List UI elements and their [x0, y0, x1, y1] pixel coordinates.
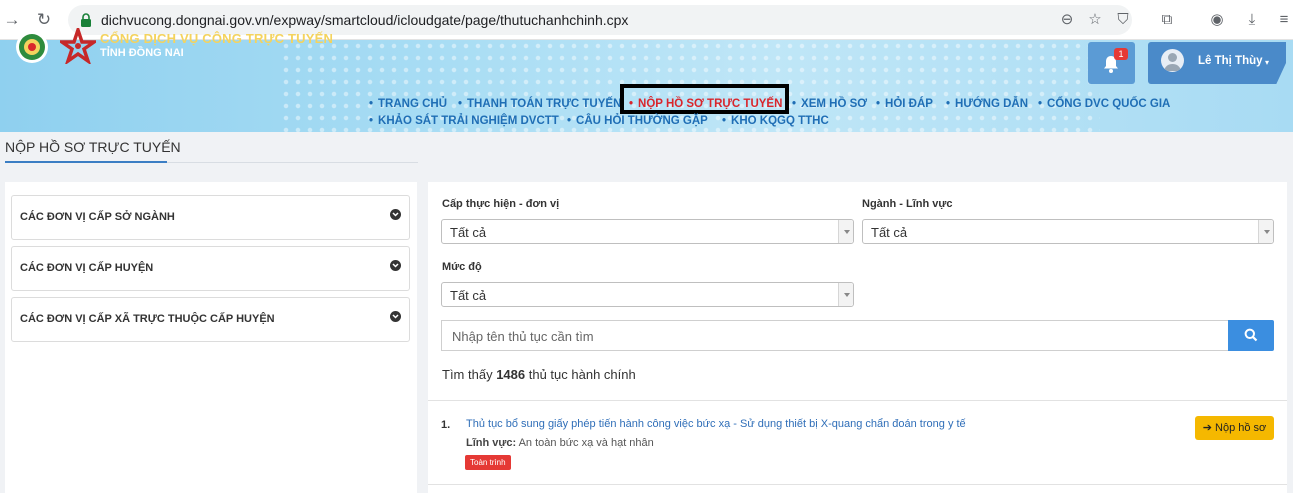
chevron-down-icon[interactable] — [390, 260, 401, 271]
bookmark-star-icon[interactable]: ☆ — [1086, 11, 1104, 29]
chevron-down-icon[interactable] — [390, 311, 401, 322]
accordion-label: CÁC ĐƠN VỊ CẤP SỞ NGÀNH — [20, 211, 175, 223]
user-name[interactable]: Lê Thị Thùy — [1198, 55, 1263, 67]
level-select[interactable]: Tất cả — [441, 219, 854, 244]
reload-icon[interactable]: ↻ — [34, 10, 54, 30]
procedure-search-input[interactable]: Nhập tên thủ tục cần tìm — [441, 320, 1229, 351]
degree-select[interactable]: Tất cả — [441, 282, 854, 307]
level-filter-label: Cấp thực hiện - đơn vị — [442, 198, 560, 210]
menu-item-guide[interactable]: • Hướng dẫn — [946, 98, 1028, 110]
dropdown-arrow-icon[interactable] — [838, 283, 853, 306]
dropdown-arrow-icon[interactable] — [838, 220, 853, 243]
accordion-department-units[interactable]: CÁC ĐƠN VỊ CẤP SỞ NGÀNH — [11, 195, 410, 240]
menu-item-home[interactable]: • Trang chủ — [369, 98, 447, 110]
portal-subtitle: TỈNH ĐỒNG NAI — [100, 47, 184, 59]
site-info-icon[interactable] — [80, 13, 92, 27]
page-title: NỘP HỒ SƠ TRỰC TUYẾN — [5, 139, 181, 155]
accordion-district-units[interactable]: CÁC ĐƠN VỊ CẤP HUYỆN — [11, 246, 410, 291]
shield-extension-icon[interactable]: ⛉ — [1114, 11, 1132, 29]
portal-title: CỔNG DỊCH VỤ CÔNG TRỰC TUYẾN — [100, 31, 334, 46]
title-underline — [5, 161, 167, 163]
sector-filter-label: Ngành - Lĩnh vực — [862, 198, 953, 210]
notification-count-badge: 1 — [1114, 48, 1128, 60]
user-avatar-icon — [1164, 53, 1181, 71]
accordion-label: CÁC ĐƠN VỊ CẤP HUYỆN — [20, 262, 154, 274]
extensions-icon[interactable]: ⧉ — [1157, 10, 1177, 30]
chevron-down-icon[interactable] — [390, 209, 401, 220]
menu-item-national-portal[interactable]: • Cổng DVC Quốc gia — [1038, 98, 1170, 110]
url-text[interactable]: dichvucong.dongnai.gov.vn/expway/smartcl… — [101, 12, 628, 28]
procedure-title-link[interactable]: Thủ tục bổ sung giấy phép tiến hành công… — [466, 418, 966, 430]
accordion-commune-units[interactable]: CÁC ĐƠN VỊ CẤP XÃ TRỰC THUỘC CẤP HUYỆN — [11, 297, 410, 342]
result-count: Tìm thấy 1486 thủ tục hành chính — [442, 367, 636, 382]
province-emblem-icon — [16, 31, 48, 63]
search-placeholder: Nhập tên thủ tục cần tìm — [452, 329, 594, 344]
accordion-label: CÁC ĐƠN VỊ CẤP XÃ TRỰC THUỘC CẤP HUYỆN — [20, 313, 275, 325]
procedure-number: 1. — [441, 419, 451, 431]
result-divider — [428, 400, 1287, 401]
menu-item-qa[interactable]: • Hỏi đáp — [876, 98, 933, 110]
status-badge: Toàn trình — [465, 455, 511, 470]
menu-item-view-records[interactable]: • Xem hồ sơ — [792, 98, 867, 110]
notifications-button[interactable] — [1088, 42, 1135, 84]
result-divider — [428, 484, 1287, 485]
submit-application-button[interactable]: ➔ Nộp hồ sơ — [1195, 416, 1274, 440]
result-count-number: 1486 — [496, 367, 526, 382]
menu-item-online-payment[interactable]: • Thanh toán trực tuyến — [458, 98, 621, 110]
menu-item-survey[interactable]: • Khảo sát trải nghiệm DVCTT — [369, 115, 559, 127]
avatar[interactable] — [1161, 49, 1184, 72]
search-button[interactable] — [1228, 320, 1274, 351]
caret-down-icon[interactable]: ▾ — [1265, 58, 1269, 67]
dropdown-arrow-icon[interactable] — [1258, 220, 1273, 243]
degree-filter-label: Mức độ — [442, 261, 482, 273]
procedure-field: Lĩnh vực: An toàn bức xạ và hạt nhân — [466, 437, 654, 449]
zoom-icon[interactable]: ⊖ — [1058, 11, 1076, 29]
highlight-box — [620, 84, 789, 114]
download-icon[interactable]: ⤓ — [1242, 10, 1262, 30]
search-icon — [1244, 328, 1258, 342]
menu-icon[interactable]: ≡ — [1274, 10, 1293, 30]
back-arrow-icon[interactable]: → — [2, 10, 22, 30]
menu-item-results-repository[interactable]: • Kho KQGQ TTHC — [722, 115, 829, 127]
menu-item-faq[interactable]: • Câu hỏi thường gặp — [567, 115, 708, 127]
portal-logo-icon — [60, 28, 96, 64]
sector-select[interactable]: Tất cả — [862, 219, 1274, 244]
profile-icon[interactable]: ◉ — [1207, 10, 1227, 30]
